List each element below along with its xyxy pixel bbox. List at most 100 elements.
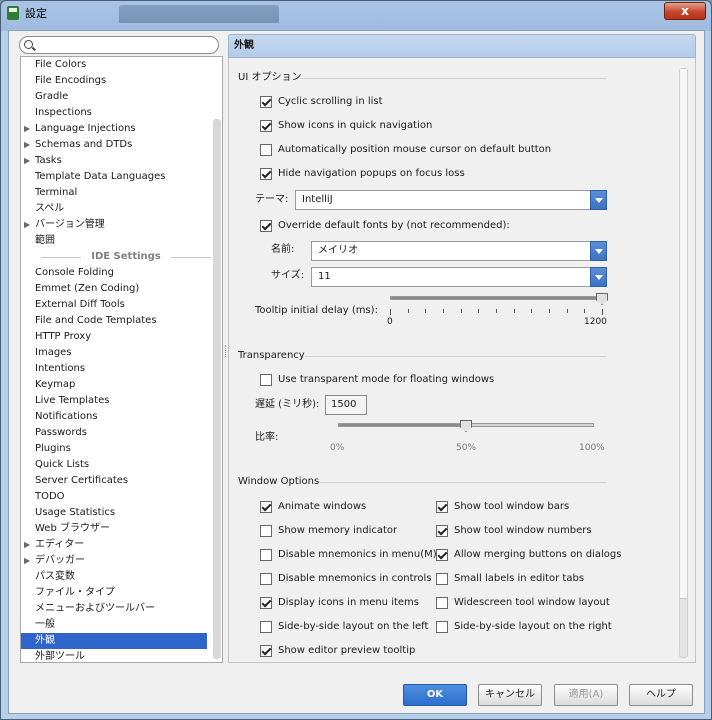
tree-item[interactable]: Web ブラウザー xyxy=(21,521,207,537)
tree-item[interactable]: ▶ デバッガー xyxy=(21,553,207,569)
tree-item[interactable]: HTTP Proxy xyxy=(21,329,207,345)
hide-nav-popups-checkbox[interactable]: Hide navigation popups on focus loss xyxy=(260,166,465,182)
window-option-checkbox[interactable]: Widescreen tool window layout xyxy=(436,595,610,611)
tree-item[interactable]: TODO xyxy=(21,489,207,505)
expand-arrow-icon[interactable]: ▶ xyxy=(24,217,30,233)
ok-button[interactable]: OK xyxy=(403,684,467,706)
delay-label: 遅延 (ミリ秒): xyxy=(255,399,320,410)
expand-arrow-icon[interactable]: ▶ xyxy=(24,553,30,569)
tree-item-label: Usage Statistics xyxy=(35,507,116,518)
tree-item[interactable]: Usage Statistics xyxy=(21,505,207,521)
panel-scrollbar[interactable] xyxy=(679,68,688,658)
expand-arrow-icon[interactable]: ▶ xyxy=(24,153,30,169)
slider-tick xyxy=(584,309,586,313)
tree-item[interactable]: External Diff Tools xyxy=(21,297,207,313)
settings-tree[interactable]: File Colors File Encodings Gradle Inspectio… xyxy=(20,56,223,663)
tree-item[interactable]: Plugins xyxy=(21,441,207,457)
tree-item-label: Plugins xyxy=(35,443,71,454)
tree-item[interactable]: Server Certificates xyxy=(21,473,207,489)
tree-item[interactable]: File Encodings xyxy=(21,73,207,89)
show-icons-quick-nav-checkbox[interactable]: Show icons in quick navigation xyxy=(260,118,432,134)
tree-item[interactable]: Keymap xyxy=(21,377,207,393)
auto-position-mouse-checkbox[interactable]: Automatically position mouse cursor on d… xyxy=(260,142,551,158)
tree-item[interactable]: Inspections xyxy=(21,105,207,121)
window-option-checkbox[interactable]: Side-by-side layout on the left xyxy=(260,619,428,635)
close-button[interactable]: x xyxy=(664,2,706,20)
tree-item[interactable]: Images xyxy=(21,345,207,361)
checkbox-label: Use transparent mode for floating window… xyxy=(278,374,495,385)
tree-item[interactable]: Quick Lists xyxy=(21,457,207,473)
theme-select[interactable]: IntelliJ xyxy=(295,190,607,210)
font-size-select[interactable]: 11 xyxy=(311,267,607,287)
window-option-checkbox[interactable]: Show memory indicator xyxy=(260,523,397,539)
tree-item[interactable]: スペル xyxy=(21,201,207,217)
transparent-mode-checkbox[interactable]: Use transparent mode for floating window… xyxy=(260,372,494,388)
tree-item[interactable]: Gradle xyxy=(21,89,207,105)
checkbox-box xyxy=(260,220,272,232)
tree-item[interactable]: メニューおよびツールバー xyxy=(21,601,207,617)
checkbox-label: Allow merging buttons on dialogs xyxy=(454,549,622,560)
override-fonts-checkbox[interactable]: Override default fonts by (not recommend… xyxy=(260,218,510,234)
checkbox-label: Override default fonts by (not recommend… xyxy=(278,220,510,231)
tree-item[interactable]: Notifications xyxy=(21,409,207,425)
tree-item[interactable]: 外観 xyxy=(21,633,207,649)
tree-item-label: Passwords xyxy=(35,427,87,438)
tooltip-delay-slider[interactable] xyxy=(390,296,602,300)
tree-item-label: 一般 xyxy=(35,619,55,630)
pane-splitter[interactable] xyxy=(222,345,226,357)
tree-item[interactable]: 一般 xyxy=(21,617,207,633)
slider-tick xyxy=(549,309,550,313)
checkbox-box xyxy=(260,597,272,609)
tree-item[interactable]: ▶ エディター xyxy=(21,537,207,553)
checkbox-box xyxy=(260,120,272,132)
tree-item[interactable]: Console Folding xyxy=(21,265,207,281)
checkbox-label: Side-by-side layout on the right xyxy=(454,621,612,632)
search-input[interactable] xyxy=(19,36,219,54)
tree-item[interactable]: Terminal xyxy=(21,185,207,201)
window-option-checkbox[interactable]: Show tool window numbers xyxy=(436,523,592,539)
chevron-down-icon[interactable] xyxy=(590,267,607,287)
tree-item[interactable]: 外部ツール xyxy=(21,649,207,662)
tree-item-label: メニューおよびツールバー xyxy=(35,603,155,614)
tree-item[interactable]: Live Templates xyxy=(21,393,207,409)
window-option-checkbox[interactable]: Show tool window bars xyxy=(436,499,569,515)
window-option-checkbox[interactable]: Show editor preview tooltip xyxy=(260,643,415,659)
apply-button[interactable]: 適用(A) xyxy=(554,684,618,706)
window-option-checkbox[interactable]: Animate windows xyxy=(260,499,366,515)
window-option-checkbox[interactable]: Disable mnemonics in controls xyxy=(260,571,432,587)
chevron-down-icon[interactable] xyxy=(590,190,607,210)
help-button[interactable]: ヘルプ xyxy=(629,684,693,706)
expand-arrow-icon[interactable]: ▶ xyxy=(24,121,30,137)
window-option-checkbox[interactable]: Disable mnemonics in menu(M) xyxy=(260,547,437,563)
checkbox-box xyxy=(436,597,448,609)
tree-item[interactable]: 範囲 xyxy=(21,233,207,249)
cyclic-scrolling-checkbox[interactable]: Cyclic scrolling in list xyxy=(260,94,383,110)
delay-field[interactable]: 1500 xyxy=(325,395,367,415)
panel-scrollbar-thumb[interactable] xyxy=(680,69,687,599)
tree-item[interactable]: Template Data Languages xyxy=(21,169,207,185)
tree-item[interactable]: ▶ Tasks xyxy=(21,153,207,169)
tree-item[interactable]: File Colors xyxy=(21,57,207,73)
tree-item[interactable]: File and Code Templates xyxy=(21,313,207,329)
checkbox-label: Show tool window bars xyxy=(454,501,570,512)
font-name-select[interactable]: メイリオ xyxy=(311,241,607,261)
tree-item[interactable]: ▶ Language Injections xyxy=(21,121,207,137)
window-option-checkbox[interactable]: Display icons in menu items xyxy=(260,595,419,611)
tree-item[interactable]: ▶ バージョン管理 xyxy=(21,217,207,233)
ratio-label: 比率: xyxy=(255,432,279,443)
tree-item[interactable]: Intentions xyxy=(21,361,207,377)
expand-arrow-icon[interactable]: ▶ xyxy=(24,137,30,153)
tree-scrollbar[interactable] xyxy=(213,119,221,659)
window-option-checkbox[interactable]: Side-by-side layout on the right xyxy=(436,619,612,635)
chevron-down-icon[interactable] xyxy=(590,241,607,261)
font-name-label: 名前: xyxy=(271,244,295,255)
tree-item[interactable]: Emmet (Zen Coding) xyxy=(21,281,207,297)
tree-item[interactable]: パス変数 xyxy=(21,569,207,585)
window-option-checkbox[interactable]: Small labels in editor tabs xyxy=(436,571,584,587)
tree-item[interactable]: ▶ Schemas and DTDs xyxy=(21,137,207,153)
cancel-button[interactable]: キャンセル xyxy=(478,684,542,706)
expand-arrow-icon[interactable]: ▶ xyxy=(24,537,30,553)
window-option-checkbox[interactable]: Allow merging buttons on dialogs xyxy=(436,547,621,563)
tree-item[interactable]: Passwords xyxy=(21,425,207,441)
tree-item[interactable]: ファイル・タイプ xyxy=(21,585,207,601)
